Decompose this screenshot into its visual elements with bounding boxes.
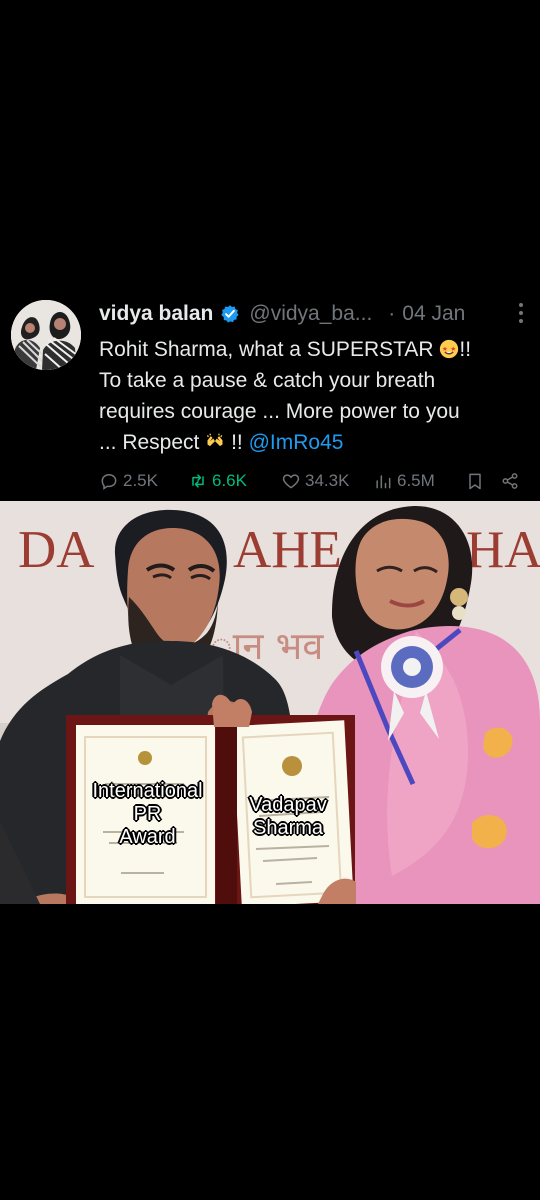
tweet-date[interactable]: 04 Jan xyxy=(402,301,465,327)
tweet-line-1: Rohit Sharma, what a SUPERSTAR !! xyxy=(99,334,529,365)
share-button[interactable] xyxy=(500,471,520,491)
profile-photo-icon xyxy=(11,300,81,370)
bottom-black-space xyxy=(0,904,540,1200)
reply-count: 2.5K xyxy=(123,471,158,490)
tweet-line-4-prefix: ... Respect xyxy=(99,431,200,454)
retweet-button[interactable]: 6.6K xyxy=(188,471,247,491)
views-count: 6.5M xyxy=(397,471,435,490)
tweet-line-3: requires courage ... More power to you xyxy=(99,400,460,423)
meme-photo[interactable]: DA AHE HA ान भव International PR Award V… xyxy=(0,501,540,904)
retweet-icon xyxy=(192,474,204,488)
tweet-line-4-middle: !! xyxy=(231,431,243,454)
profile-avatar[interactable] xyxy=(11,300,81,370)
bookmark-button[interactable] xyxy=(465,471,485,491)
screenshot-page: { "tweet": { "author": { "display_name":… xyxy=(0,0,540,1200)
svg-text:AHE: AHE xyxy=(233,521,342,579)
author-handle[interactable]: @vidya_ba... xyxy=(249,301,372,327)
tweet-header: vidya balan @vidya_ba... · 04 Jan xyxy=(99,299,529,329)
reply-icon xyxy=(101,473,117,490)
like-count: 34.3K xyxy=(305,471,350,490)
reply-button[interactable]: 2.5K xyxy=(99,471,158,491)
svg-text:HA: HA xyxy=(466,521,540,579)
verified-badge-icon xyxy=(221,305,239,323)
more-options-icon[interactable] xyxy=(518,302,524,324)
tweet-line-1-text: Rohit Sharma, what a SUPERSTAR xyxy=(99,338,434,361)
share-icon xyxy=(502,473,518,489)
tweet-line-1-suffix: !! xyxy=(459,338,472,361)
header-separator: · xyxy=(388,302,396,325)
raised-hands-emoji-icon xyxy=(207,433,223,447)
tweet-line-2: To take a pause & catch your breath xyxy=(99,369,436,392)
bookmark-icon xyxy=(469,473,481,490)
heart-icon xyxy=(282,474,300,489)
author-display-name[interactable]: vidya balan xyxy=(99,301,213,327)
tweet-line-4: ... Respect !! @ImRo45 xyxy=(99,427,529,458)
tweet-card[interactable]: vidya balan @vidya_ba... · 04 Jan Rohit … xyxy=(0,291,540,501)
svg-text:DA: DA xyxy=(18,521,95,579)
tweet-text: Rohit Sharma, what a SUPERSTAR !! To tak… xyxy=(99,334,529,458)
retweet-count: 6.6K xyxy=(212,471,247,490)
tweet-actions: 2.5K 6.6K 34.3K 6.5M xyxy=(97,469,527,493)
caption-vadapav-sharma: Vadapav Sharma xyxy=(249,794,327,839)
caption-international-pr-award: International PR Award xyxy=(92,780,203,848)
mention-link[interactable]: @ImRo45 xyxy=(249,431,344,454)
like-button[interactable]: 34.3K xyxy=(281,471,349,491)
views-icon xyxy=(376,475,391,489)
views-button[interactable]: 6.5M xyxy=(373,471,435,491)
star-eyes-emoji-icon xyxy=(440,339,459,359)
